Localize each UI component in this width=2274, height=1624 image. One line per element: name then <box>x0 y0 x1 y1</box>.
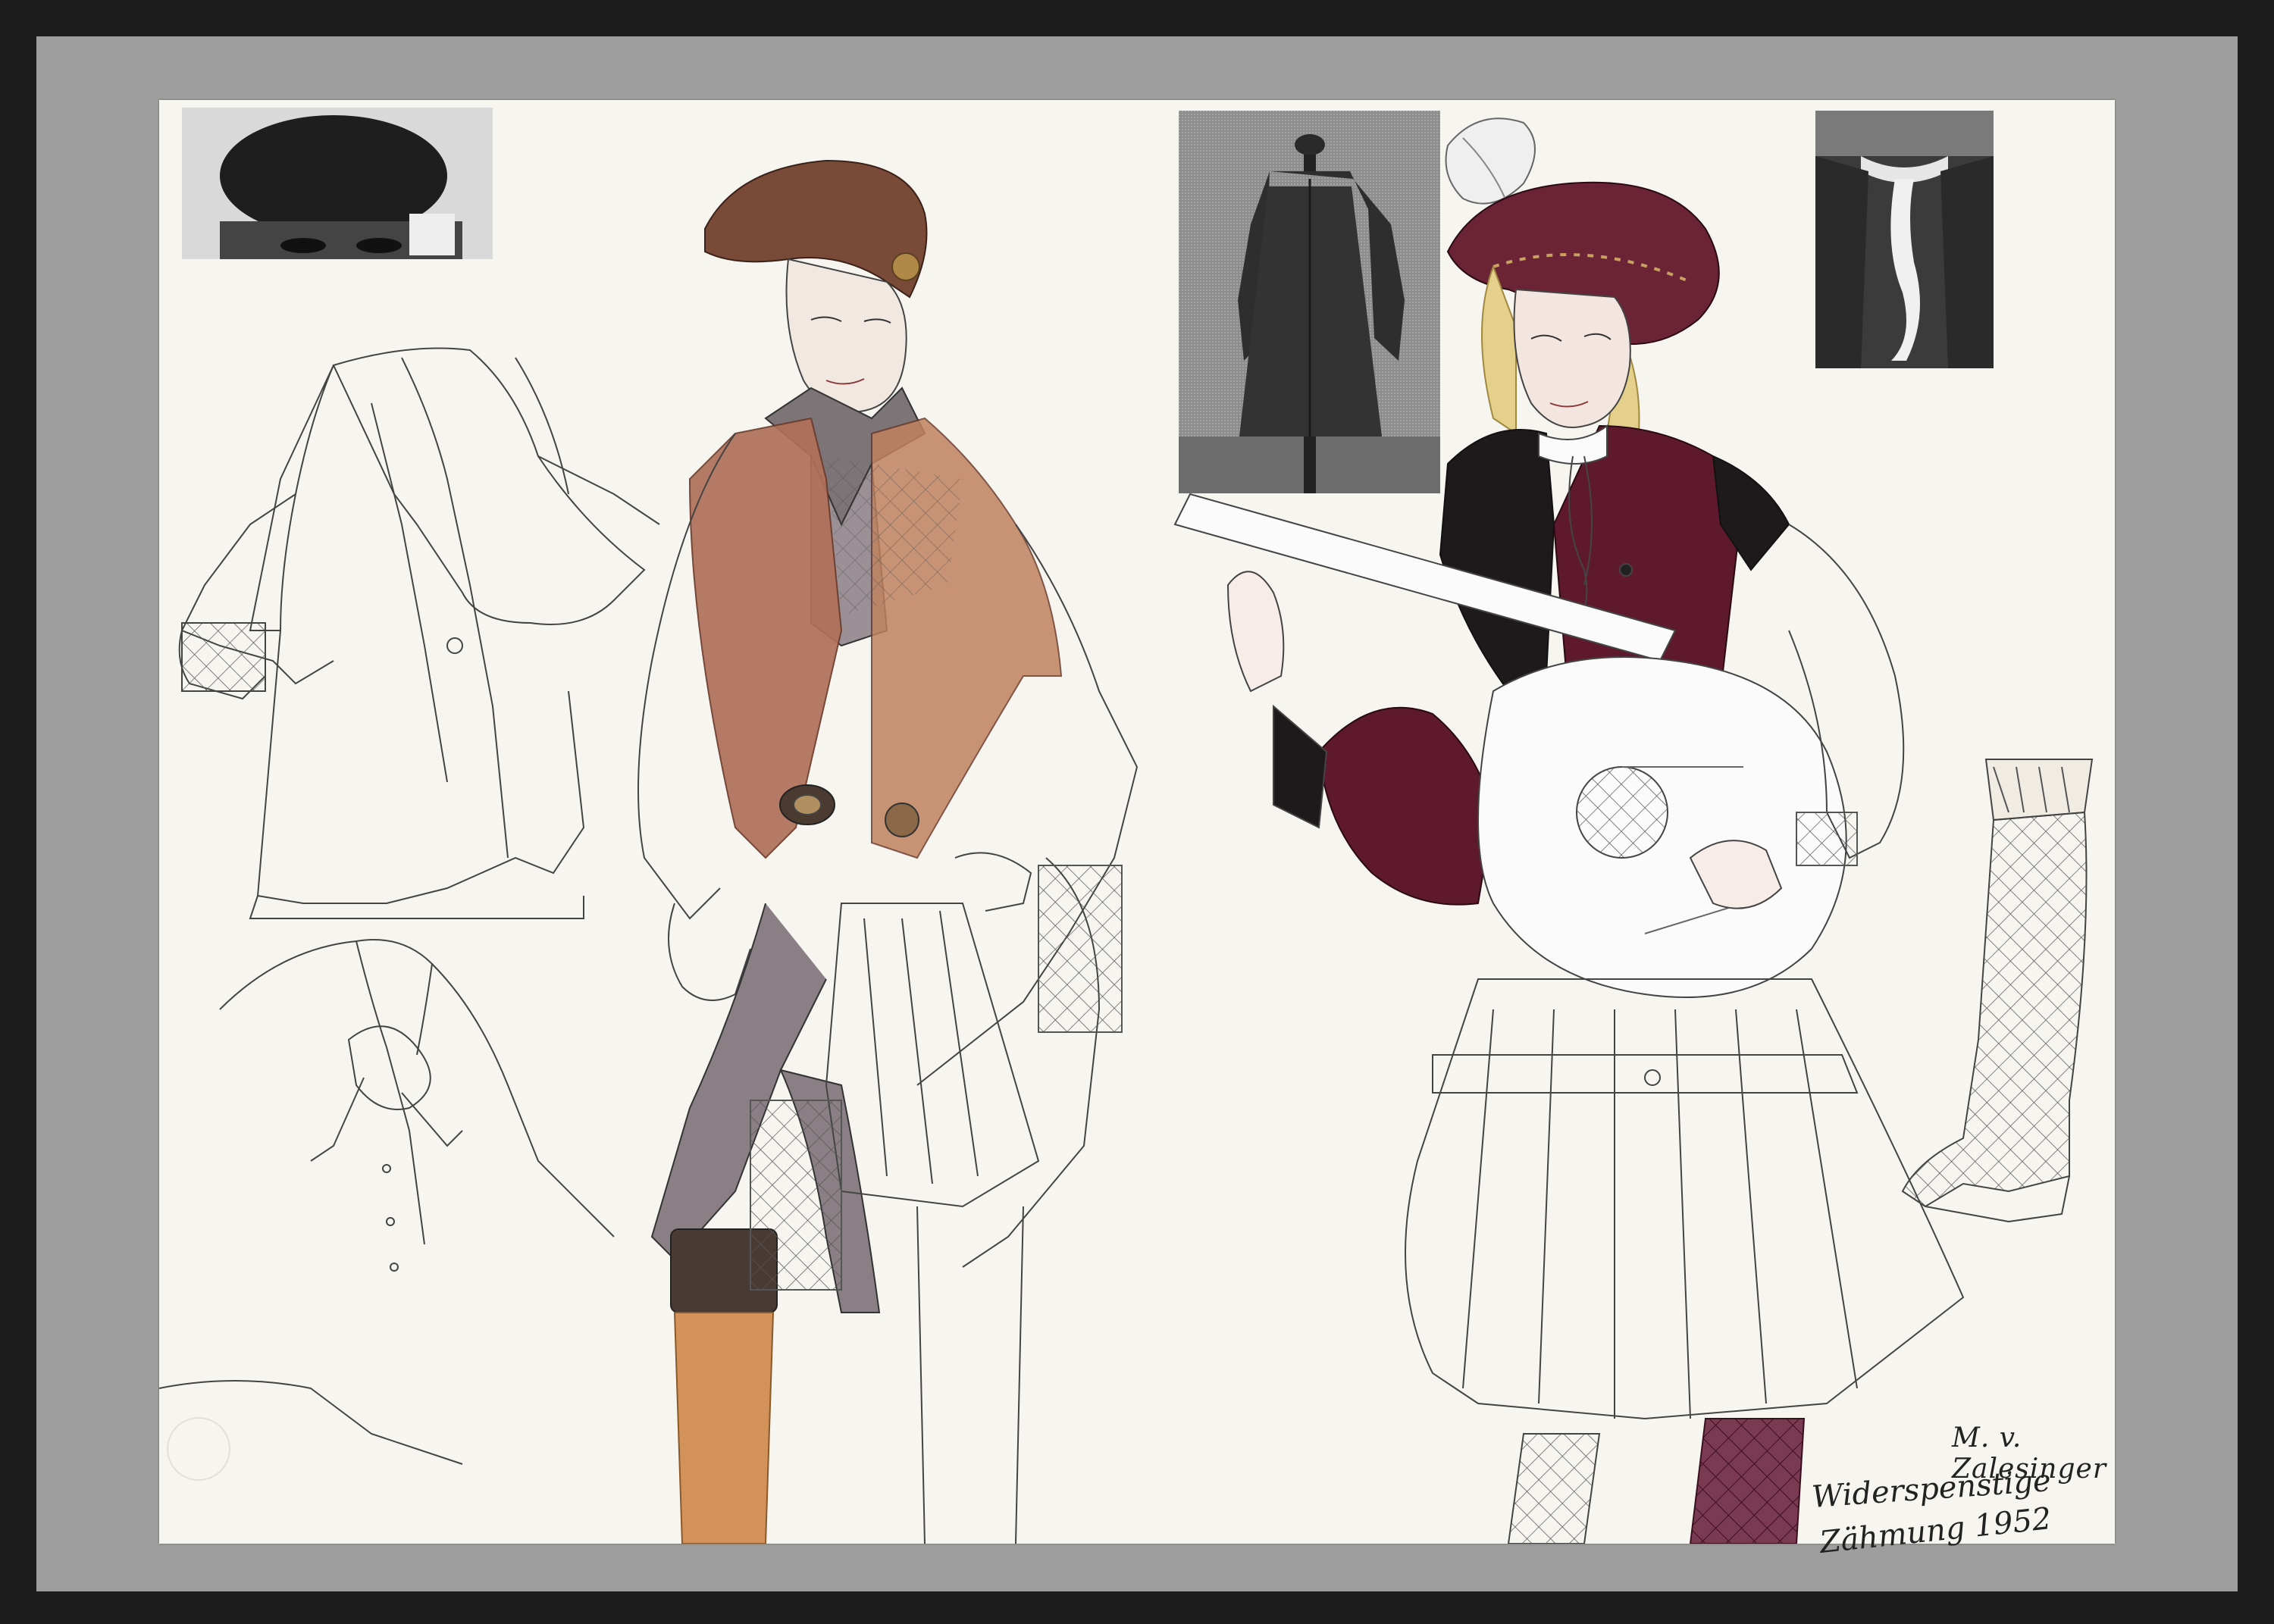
figure-left-cap <box>637 159 1139 1544</box>
boot-study-sketch <box>1901 759 2094 1223</box>
collection-stamp <box>167 1417 230 1481</box>
shirt-pencil-sketch <box>159 939 615 1465</box>
coat-pencil-sketch <box>178 347 660 919</box>
figure-right-lute-player <box>1173 117 1965 1544</box>
costume-drawing <box>159 117 2094 1544</box>
costume-sketch-sheet: M. v. Zalesinger Widerspenstige Zähmung … <box>159 100 2115 1560</box>
